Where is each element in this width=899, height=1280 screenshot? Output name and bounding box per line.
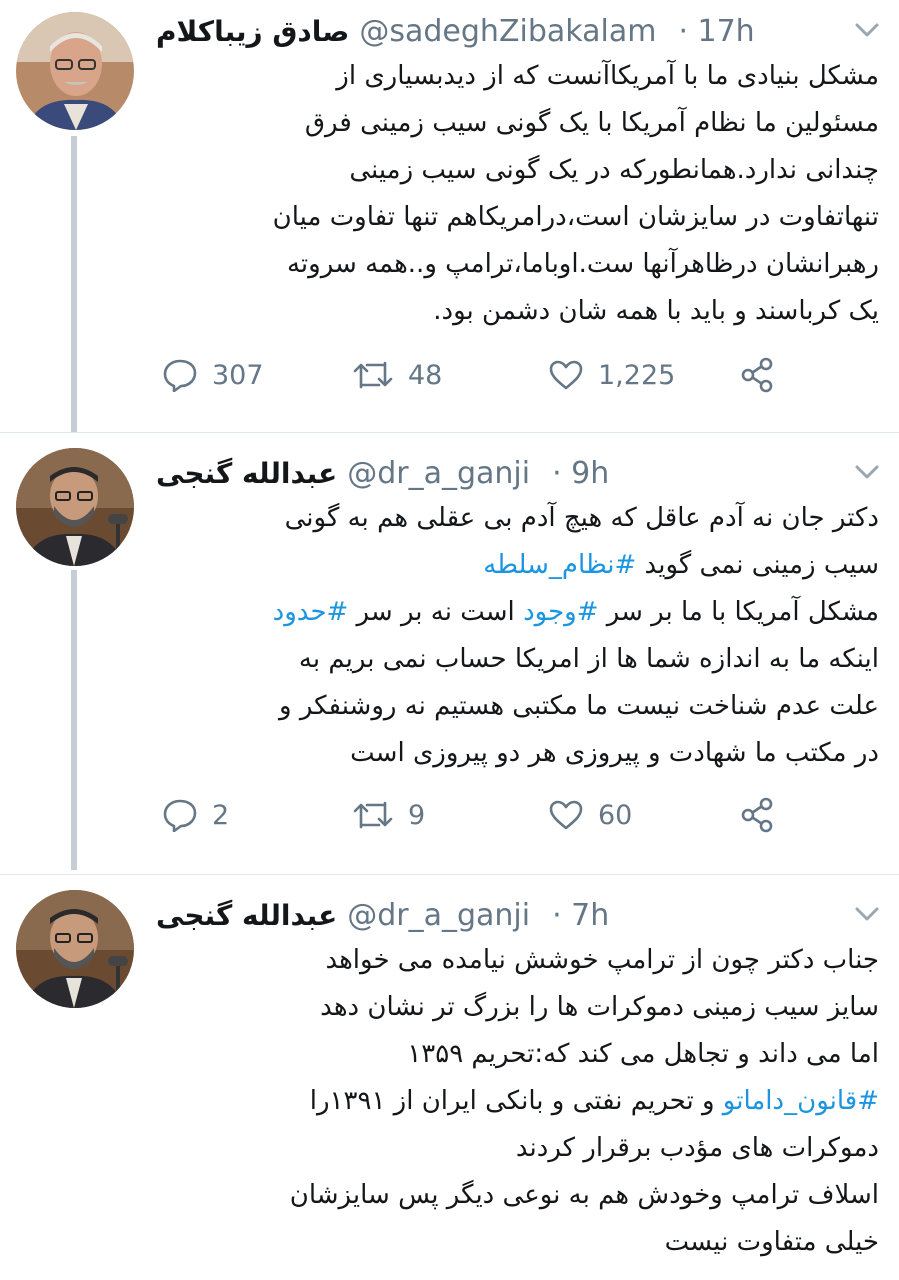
avatar[interactable] xyxy=(16,448,134,566)
tweet-line: اینکه ما به اندازه شما ها از امریکا حساب… xyxy=(298,644,879,674)
hashtag-link[interactable]: #وجود xyxy=(523,597,598,627)
chevron-down-icon[interactable] xyxy=(853,900,881,928)
heart-icon xyxy=(549,800,583,830)
share-icon xyxy=(741,357,773,393)
tweet-line: جناب دکتر چون از ترامپ خوشش نیامده می خو… xyxy=(325,945,879,975)
reply-icon xyxy=(163,799,197,832)
tweet[interactable]: عبدالله گنجی @dr_a_ganji · 9h دکتر جان ن… xyxy=(0,440,899,872)
avatar-photo-icon xyxy=(16,448,134,566)
divider xyxy=(0,432,899,433)
tweet-actions: 2 9 60 xyxy=(156,790,796,840)
reply-count: 2 xyxy=(212,799,230,831)
hashtag-link[interactable]: #نظام_سلطه xyxy=(483,550,636,580)
username[interactable]: @dr_a_ganji xyxy=(347,456,530,491)
tweet-text: مشکل بنیادی ما با آمریکاآنست که از دیدبس… xyxy=(156,53,879,335)
like-count: 1,225 xyxy=(598,359,676,391)
tweet-actions: 307 48 1,225 xyxy=(156,350,796,400)
tweet-line: سایز سیب زمینی دموکرات ها را بزرگ تر نشا… xyxy=(320,992,879,1022)
retweet-icon xyxy=(353,361,393,389)
tweet-line: علت عدم شناخت نیست ما مکتبی هستیم نه روش… xyxy=(279,691,879,721)
share-button[interactable] xyxy=(739,790,775,840)
tweet-line: در مکتب ما شهادت و پیروزی هر دو پیروزی ا… xyxy=(350,738,879,768)
avatar-photo-icon xyxy=(16,890,134,1008)
tweet-line: مسئولین ما نظام آمریکا با یک گونی سیب زم… xyxy=(304,108,879,138)
reply-button[interactable]: 307 xyxy=(162,350,264,400)
display-name[interactable]: صادق زیباکلام xyxy=(156,15,349,48)
retweet-button[interactable]: 48 xyxy=(352,350,442,400)
tweet-line: دکتر جان نه آدم عاقل که هیچ آدم بی عقلی … xyxy=(284,503,879,533)
avatar-photo-icon xyxy=(16,12,134,130)
tweet-text: دکتر جان نه آدم عاقل که هیچ آدم بی عقلی … xyxy=(156,495,879,777)
hashtag-link[interactable]: #قانون_داماتو xyxy=(723,1086,879,1116)
tweet-text: جناب دکتر چون از ترامپ خوشش نیامده می خو… xyxy=(156,937,879,1266)
avatar[interactable] xyxy=(16,890,134,1008)
retweet-count: 48 xyxy=(408,359,443,391)
tweet-line: سیب زمینی نمی گوید #نظام_سلطه xyxy=(483,550,879,580)
tweet-line: اسلاف ترامپ وخودش هم به نوعی دیگر پس سای… xyxy=(289,1180,879,1210)
divider xyxy=(0,874,899,875)
retweet-count: 9 xyxy=(408,799,426,831)
tweet-line: چندانی ندارد.همانطورکه در یک گونی سیب زم… xyxy=(349,155,879,185)
chevron-down-icon[interactable] xyxy=(853,458,881,486)
reply-button[interactable]: 2 xyxy=(162,790,229,840)
like-count: 60 xyxy=(598,799,633,831)
reply-count: 307 xyxy=(212,359,264,391)
tweet-header: صادق زیباکلام @sadeghZibakalam · 17h xyxy=(156,6,755,56)
heart-icon xyxy=(549,360,583,390)
timestamp[interactable]: · 17h xyxy=(678,14,754,49)
username[interactable]: @sadeghZibakalam xyxy=(359,14,656,49)
display-name[interactable]: عبدالله گنجی xyxy=(156,899,337,932)
hashtag-link[interactable]: #حدود xyxy=(273,597,349,627)
timestamp[interactable]: · 9h xyxy=(552,456,609,491)
tweet-header: عبدالله گنجی @dr_a_ganji · 7h xyxy=(156,890,609,940)
username[interactable]: @dr_a_ganji xyxy=(347,898,530,933)
chevron-down-icon[interactable] xyxy=(853,16,881,44)
tweet[interactable]: صادق زیباکلام @sadeghZibakalam · 17h مشک… xyxy=(0,0,899,430)
share-button[interactable] xyxy=(739,350,775,400)
tweet-header: عبدالله گنجی @dr_a_ganji · 9h xyxy=(156,448,609,498)
tweet-line: مشکل بنیادی ما با آمریکاآنست که از دیدبس… xyxy=(336,61,879,91)
tweet-line: رهبرانشان درظاهرآنها ست.اوباما،ترامپ و..… xyxy=(286,249,879,279)
reply-icon xyxy=(163,359,197,392)
tweet-line: اما می داند و تجاهل می کند که:تحریم ۱۳۵۹ xyxy=(407,1039,879,1069)
like-button[interactable]: 60 xyxy=(548,790,632,840)
display-name[interactable]: عبدالله گنجی xyxy=(156,457,337,490)
tweet[interactable]: عبدالله گنجی @dr_a_ganji · 7h جناب دکتر … xyxy=(0,882,899,1280)
share-icon xyxy=(741,797,773,833)
retweet-icon xyxy=(353,801,393,829)
tweet-line: تنهاتفاوت در سایزشان است،درامریکاهم تنها… xyxy=(272,202,879,232)
tweet-line: خیلی متفاوت نیست xyxy=(664,1227,879,1257)
timestamp[interactable]: · 7h xyxy=(552,898,609,933)
tweet-line: مشکل آمریکا با ما بر سر #وجود است نه بر … xyxy=(272,597,879,627)
avatar[interactable] xyxy=(16,12,134,130)
retweet-button[interactable]: 9 xyxy=(352,790,425,840)
tweet-line: دموکرات های مؤدب برقرار کردند xyxy=(515,1133,879,1163)
tweet-line: #قانون_داماتو و تحریم نفتی و بانکی ایران… xyxy=(309,1086,879,1116)
tweet-line: یک کرباسند و باید با همه شان دشمن بود. xyxy=(433,296,879,326)
like-button[interactable]: 1,225 xyxy=(548,350,675,400)
